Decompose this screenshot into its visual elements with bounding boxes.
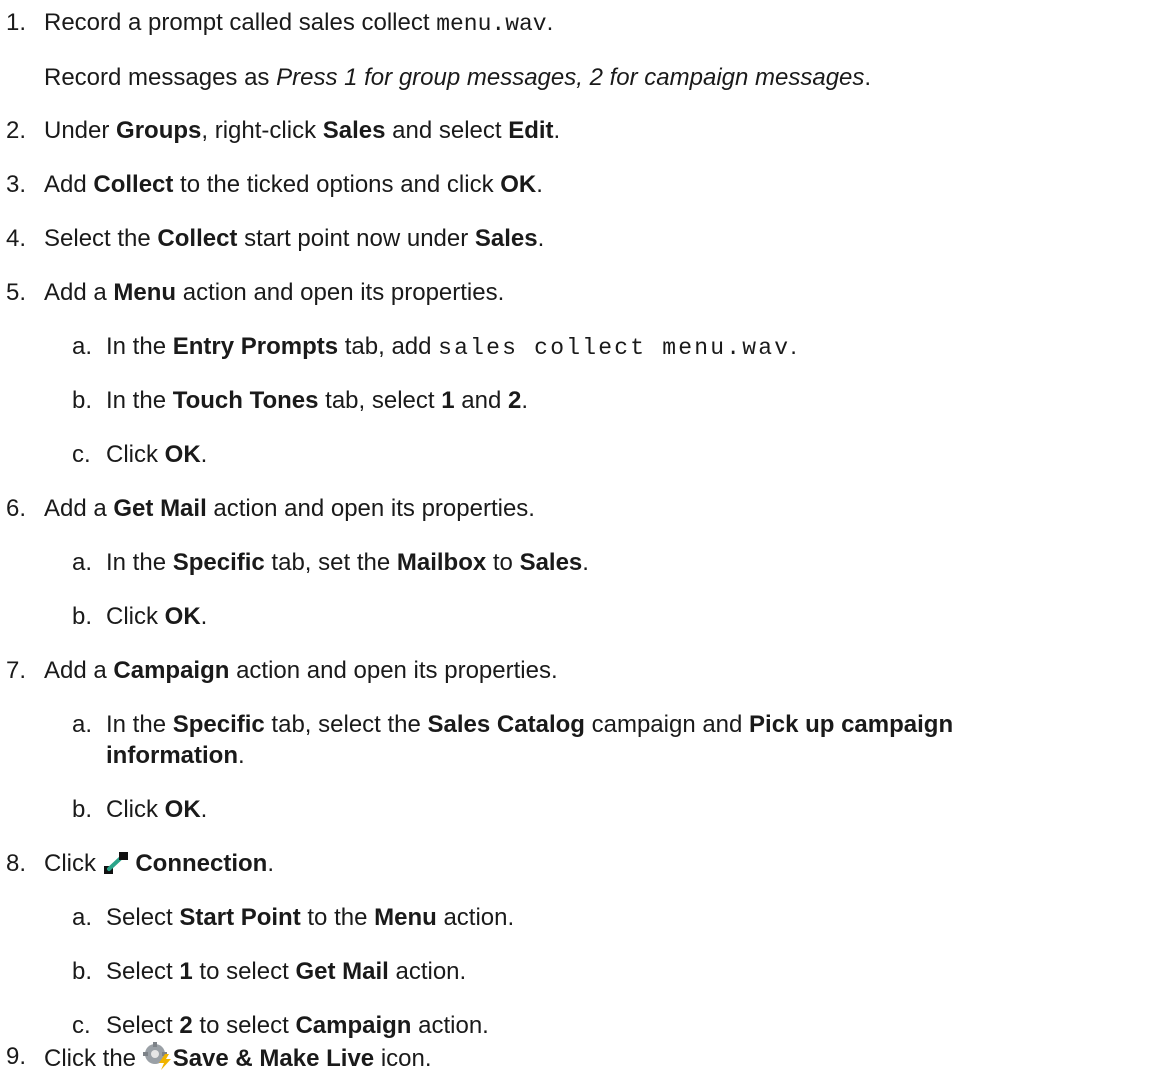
step-number: 4. — [6, 225, 27, 252]
step-number: 5. — [6, 279, 27, 306]
step-number: 7. — [6, 657, 27, 684]
instructions-page: 1. Record a prompt called sales collect … — [0, 0, 1153, 1072]
step-number: 6. — [6, 495, 27, 522]
step-number: 3. — [6, 171, 27, 198]
step-number: 2. — [6, 117, 27, 144]
step-text: Record a prompt called sales collect men… — [44, 9, 554, 37]
connection-icon — [103, 851, 129, 883]
filename-code: menu.wav — [436, 11, 547, 37]
message-text: Press 1 for group messages, 2 for campai… — [276, 64, 865, 91]
step-number: 8. — [6, 850, 27, 877]
step-number: 1. — [6, 9, 27, 36]
filename-code: sales collect menu.wav — [438, 335, 791, 361]
save-and-make-live-icon — [142, 1042, 173, 1078]
step-number: 9. — [6, 1043, 27, 1070]
